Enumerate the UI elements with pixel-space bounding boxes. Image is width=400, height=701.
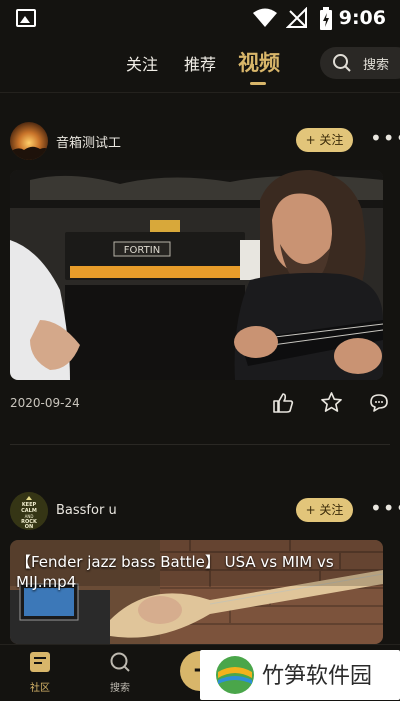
avatar[interactable]: KEEP CALM AND ROCK ON bbox=[10, 492, 48, 530]
avatar[interactable] bbox=[10, 122, 48, 160]
nav-item-community[interactable]: 社区 bbox=[20, 651, 60, 694]
image-notification-icon bbox=[16, 9, 36, 27]
community-icon bbox=[30, 652, 50, 672]
nav-label-community: 社区 bbox=[30, 683, 50, 694]
tab-follow[interactable]: 关注 bbox=[126, 51, 158, 75]
search-icon bbox=[333, 54, 351, 72]
search-button[interactable]: 搜索 bbox=[320, 47, 400, 79]
nav-label-search: 搜索 bbox=[110, 683, 130, 694]
tab-recommend[interactable]: 推荐 bbox=[184, 51, 216, 75]
favorite-star-icon[interactable] bbox=[320, 391, 343, 413]
amp-brand-label: FORTIN bbox=[124, 245, 160, 256]
like-icon[interactable] bbox=[272, 392, 294, 414]
search-label: 搜索 bbox=[363, 58, 390, 73]
top-nav: 关注 推荐 视频 搜索 bbox=[0, 40, 400, 88]
header-divider bbox=[0, 92, 400, 93]
follow-button[interactable]: + 关注 bbox=[296, 498, 353, 522]
more-options-icon[interactable]: ••• bbox=[370, 496, 400, 520]
status-time: 9:06 bbox=[338, 7, 386, 29]
post-separator bbox=[10, 444, 390, 445]
video-thumbnail[interactable]: FORTIN bbox=[10, 170, 383, 380]
post-username[interactable]: Bassfor u bbox=[56, 503, 117, 518]
post-date: 2020-09-24 bbox=[10, 396, 80, 410]
follow-button[interactable]: + 关注 bbox=[296, 128, 353, 152]
tab-video[interactable]: 视频 bbox=[238, 47, 280, 85]
wifi-icon bbox=[253, 8, 277, 27]
comment-icon[interactable] bbox=[368, 392, 390, 414]
status-bar: 9:06 bbox=[0, 0, 400, 36]
more-options-icon[interactable]: ••• bbox=[370, 126, 400, 150]
watermark: 竹笋软件园 bbox=[200, 650, 400, 700]
watermark-text: 竹笋软件园 bbox=[262, 664, 373, 689]
no-signal-icon bbox=[286, 7, 307, 28]
svg-text:ON: ON bbox=[25, 524, 33, 530]
video-title: 【Fender jazz bass Battle】 USA vs MIM vs … bbox=[16, 553, 334, 591]
battery-charging-icon bbox=[320, 7, 332, 30]
post-username[interactable]: 音箱测试工 bbox=[56, 132, 121, 151]
search-icon bbox=[110, 652, 130, 672]
nav-item-search[interactable]: 搜索 bbox=[100, 651, 140, 694]
video-thumbnail[interactable]: 【Fender jazz bass Battle】 USA vs MIM vs … bbox=[10, 540, 383, 644]
watermark-logo-icon bbox=[216, 656, 254, 694]
